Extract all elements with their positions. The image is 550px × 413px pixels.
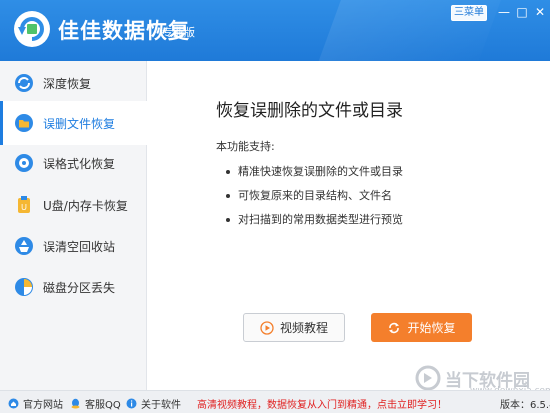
maximize-button[interactable]: □ xyxy=(515,5,529,19)
sidebar-item-deep-recovery[interactable]: 深度恢复 xyxy=(0,61,147,105)
start-recovery-button[interactable]: 开始恢复 xyxy=(371,313,472,342)
watermark-logo-icon xyxy=(415,365,441,391)
feature-text: 可恢复原来的目录结构、文件名 xyxy=(238,189,392,202)
sidebar-item-label: 误格式化恢复 xyxy=(43,156,116,171)
info-icon xyxy=(126,398,137,409)
disk-icon xyxy=(15,154,33,172)
refresh-icon xyxy=(389,322,400,333)
sidebar-item-label: 磁盘分区丢失 xyxy=(43,280,116,295)
sidebar-item-label: U盘/内存卡恢复 xyxy=(43,198,128,213)
video-tutorial-button[interactable]: 视频教程 xyxy=(243,313,345,342)
app-logo-icon xyxy=(14,11,50,47)
folder-icon xyxy=(15,114,33,132)
customer-service-qq-link[interactable]: 客服QQ xyxy=(70,396,121,411)
bullet-icon xyxy=(226,194,230,198)
play-icon xyxy=(260,320,274,335)
feature-text: 对扫描到的常用数据类型进行预览 xyxy=(238,213,403,226)
about-software-link[interactable]: 关于软件 xyxy=(126,396,181,411)
edition-label: 专业版 xyxy=(162,26,195,39)
page-title: 恢复误删除的文件或目录 xyxy=(216,101,403,121)
sidebar-item-usb-recovery[interactable]: U U盘/内存卡恢复 xyxy=(0,183,147,227)
feature-text: 精准快速恢复误删除的文件或目录 xyxy=(238,165,403,178)
sidebar-item-recycle-bin[interactable]: 误清空回收站 xyxy=(0,224,147,268)
svg-text:U: U xyxy=(21,203,27,212)
menu-button[interactable]: 三菜单 xyxy=(451,5,487,21)
recycle-bin-icon xyxy=(15,237,33,255)
sidebar: 深度恢复 误删文件恢复 误格式化恢复 U U盘/内存卡恢复 误清空回收站 磁盘分… xyxy=(0,61,147,390)
start-recovery-label: 开始恢复 xyxy=(407,321,456,335)
sidebar-item-label: 误删文件恢复 xyxy=(43,116,116,131)
refresh-icon xyxy=(15,74,33,92)
bullet-icon xyxy=(226,218,230,222)
close-button[interactable]: ✕ xyxy=(533,5,547,19)
usb-drive-icon: U xyxy=(18,196,30,213)
support-heading: 本功能支持: xyxy=(216,140,275,153)
qq-label: 客服QQ xyxy=(85,400,121,411)
about-label: 关于软件 xyxy=(141,400,181,411)
sidebar-item-partition-lost[interactable]: 磁盘分区丢失 xyxy=(0,265,147,309)
sidebar-item-format-recovery[interactable]: 误格式化恢复 xyxy=(0,141,147,185)
official-website-link[interactable]: 官方网站 xyxy=(8,396,63,411)
promo-link[interactable]: 高清视频教程，数据恢复从入门到精通，点击立即学习！ xyxy=(197,396,447,411)
home-icon xyxy=(8,398,19,409)
feature-item: 对扫描到的常用数据类型进行预览 xyxy=(226,211,403,227)
pie-chart-icon xyxy=(15,278,33,296)
status-bar: 官方网站 客服QQ 关于软件 高清视频教程，数据恢复从入门到精通，点击立即学习！… xyxy=(0,390,550,413)
feature-item: 精准快速恢复误删除的文件或目录 xyxy=(226,163,403,179)
version-label: 版本：6.5.4 xyxy=(500,400,550,411)
website-label: 官方网站 xyxy=(23,400,63,411)
title-bar: 佳佳数据恢复 专业版 三菜单 — □ ✕ xyxy=(0,0,550,61)
qq-icon xyxy=(71,398,80,409)
feature-item: 可恢复原来的目录结构、文件名 xyxy=(226,187,392,203)
sidebar-item-label: 深度恢复 xyxy=(43,76,92,91)
sidebar-item-label: 误清空回收站 xyxy=(43,239,116,254)
minimize-button[interactable]: — xyxy=(497,5,511,19)
bullet-icon xyxy=(226,170,230,174)
video-tutorial-label: 视频教程 xyxy=(279,321,328,335)
sidebar-item-deleted-files[interactable]: 误删文件恢复 xyxy=(0,101,147,145)
